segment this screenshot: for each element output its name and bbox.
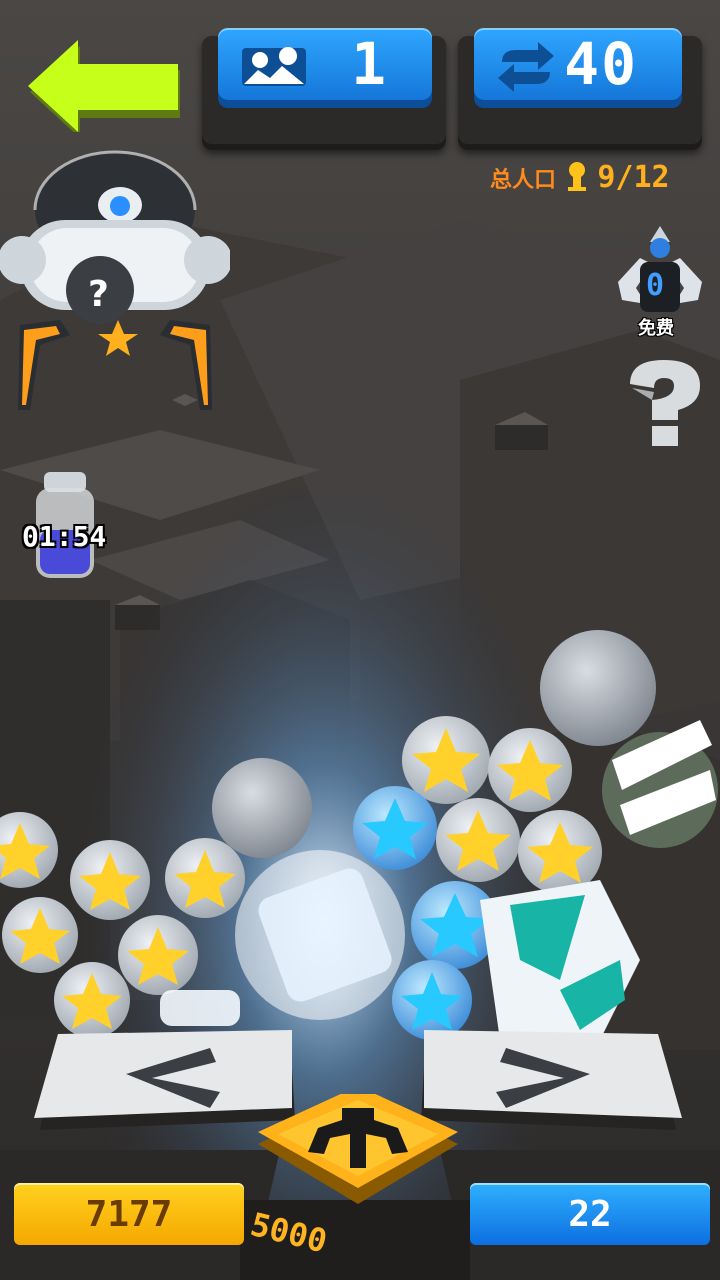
gold-star-ball xyxy=(0,812,58,888)
gold-star-ball xyxy=(488,728,572,812)
claw-icon xyxy=(258,1086,458,1204)
coin-balance: 7177 xyxy=(14,1183,244,1245)
population-display: 总人口 9/12 xyxy=(490,160,670,195)
moves-value: 40 xyxy=(564,30,638,98)
gold-star-ball xyxy=(54,962,130,1038)
stage-value: 1 xyxy=(351,30,388,98)
population-label: 总人口 xyxy=(490,168,557,193)
person-icon xyxy=(567,162,586,191)
potion-timer: 01:54 xyxy=(22,520,107,553)
grey-rock xyxy=(540,630,656,746)
swap-arrows-icon xyxy=(498,42,554,92)
gold-star-ball xyxy=(118,915,198,995)
crystal-creature xyxy=(480,880,640,1040)
claw-robot: ? xyxy=(0,150,230,410)
back-button[interactable] xyxy=(28,40,182,138)
free-spin-label: 免费 xyxy=(638,318,674,339)
gold-star-ball xyxy=(518,810,602,894)
population-value: 9/12 xyxy=(597,160,670,195)
help-button[interactable] xyxy=(618,354,708,450)
gem-balance: 22 xyxy=(470,1183,710,1245)
gold-star-ball xyxy=(165,838,245,918)
free-spin-count: 0 xyxy=(646,268,665,303)
svg-text:?: ? xyxy=(88,274,109,315)
gold-star-ball xyxy=(70,840,150,920)
back-arrow-icon xyxy=(28,40,180,138)
gold-star-ball xyxy=(2,897,78,973)
drop-claw-button[interactable] xyxy=(258,1086,458,1218)
blue-star-ball xyxy=(392,960,472,1040)
blue-star-ball xyxy=(353,786,437,870)
grey-rock xyxy=(212,758,312,858)
gold-star-ball xyxy=(436,798,520,882)
gold-star-ball xyxy=(402,716,490,804)
stage-counter[interactable]: 1 xyxy=(218,28,432,100)
stage-icon xyxy=(242,47,306,86)
question-icon xyxy=(630,360,700,446)
moves-counter[interactable]: 40 xyxy=(474,28,682,100)
